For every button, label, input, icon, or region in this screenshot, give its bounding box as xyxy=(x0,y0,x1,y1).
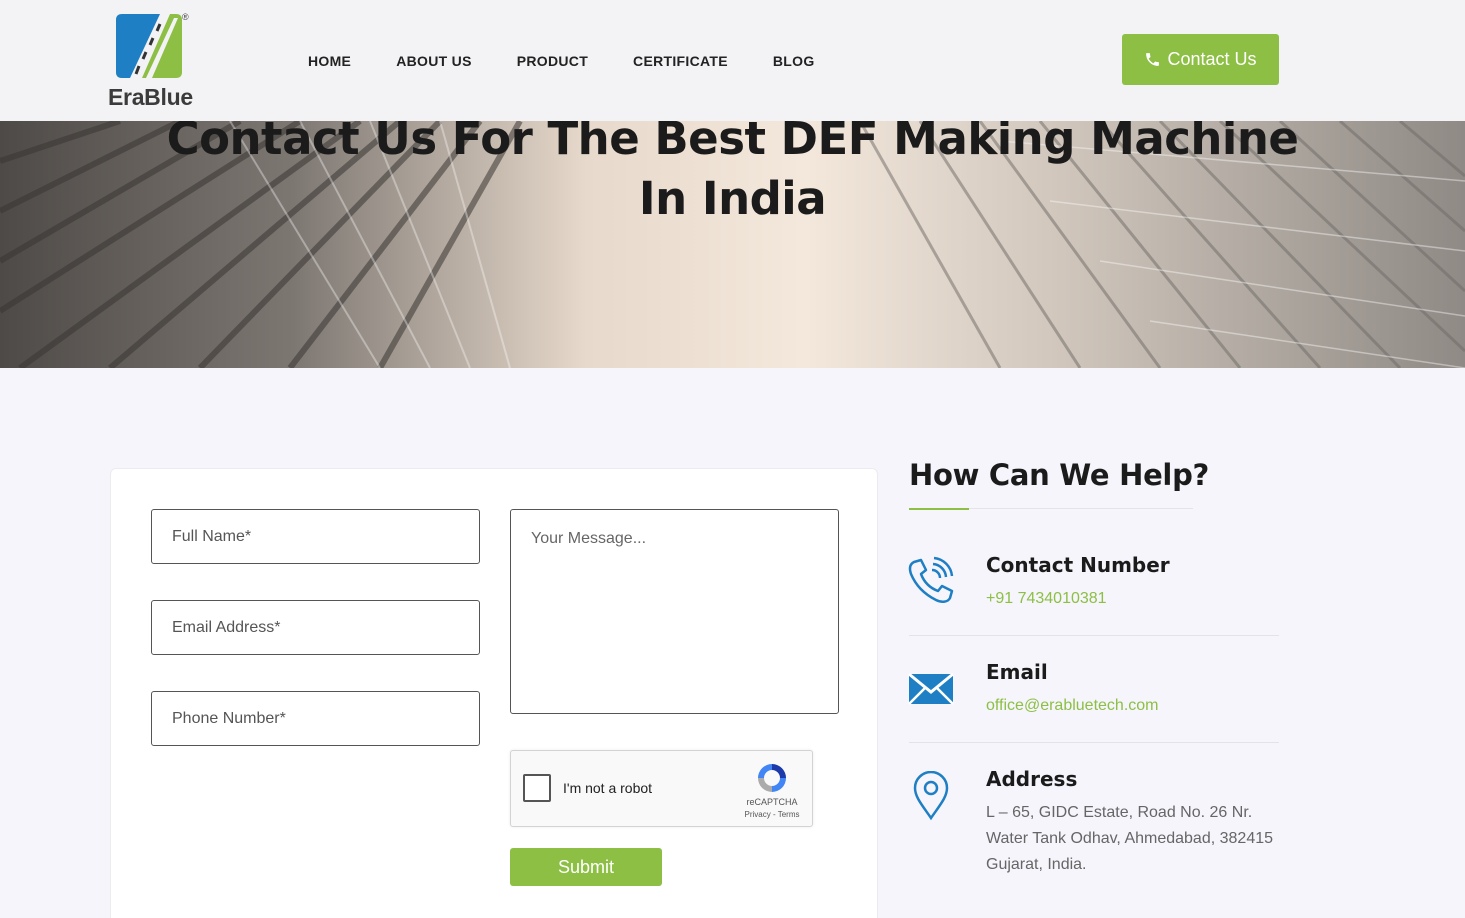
contact-number-title: Contact Number xyxy=(986,553,1170,577)
recaptcha-icon xyxy=(758,764,786,792)
contact-form-card: Full Name* Email Address* Phone Number* … xyxy=(110,468,878,918)
hero-title: Contact Us For The Best DEF Making Machi… xyxy=(0,121,1465,229)
recaptcha-brand: reCAPTCHA xyxy=(746,797,798,807)
phone-input[interactable]: Phone Number* xyxy=(151,691,480,746)
divider xyxy=(909,635,1279,636)
hero-title-line2: In India xyxy=(638,172,827,225)
full-name-placeholder: Full Name* xyxy=(172,527,252,545)
phone-ringing-icon xyxy=(908,556,954,603)
divider xyxy=(909,742,1279,743)
brand-name: EraBlue xyxy=(108,84,193,110)
message-placeholder: Your Message... xyxy=(531,530,647,547)
address-line2: Water Tank Odhav, Ahmedabad, 382415 xyxy=(986,830,1274,847)
submit-button[interactable]: Submit xyxy=(510,848,662,886)
registered-mark: ® xyxy=(182,12,189,22)
brand-logo[interactable]: ® EraBlue xyxy=(108,12,198,110)
nav-item-blog[interactable]: BLOG xyxy=(773,53,815,69)
envelope-icon xyxy=(908,672,954,705)
recaptcha-privacy-terms[interactable]: Privacy - Terms xyxy=(737,810,807,819)
hero-banner: Contact Us For The Best DEF Making Machi… xyxy=(0,121,1465,368)
message-textarea[interactable]: Your Message... xyxy=(510,509,839,714)
hero-title-line1: Contact Us For The Best DEF Making Machi… xyxy=(166,121,1299,165)
recaptcha-checkbox[interactable] xyxy=(523,774,551,802)
help-heading-accent xyxy=(909,508,969,510)
site-header: ® EraBlue HOME ABOUT US PRODUCT CERTIFIC… xyxy=(0,0,1465,121)
recaptcha-label: I'm not a robot xyxy=(563,780,653,796)
address-text: L – 65, GIDC Estate, Road No. 26 Nr. Wat… xyxy=(986,800,1286,878)
submit-label: Submit xyxy=(557,856,615,877)
location-pin-icon xyxy=(913,771,949,821)
contact-number-value[interactable]: +91 7434010381 xyxy=(986,590,1107,608)
email-input[interactable]: Email Address* xyxy=(151,600,480,655)
address-title: Address xyxy=(986,767,1078,791)
nav-item-home[interactable]: HOME xyxy=(308,53,351,69)
address-line1: L – 65, GIDC Estate, Road No. 26 Nr. xyxy=(986,804,1253,821)
road-logo-icon xyxy=(116,14,182,78)
recaptcha-widget: I'm not a robot reCAPTCHA Privacy - Term… xyxy=(510,750,813,827)
phone-placeholder: Phone Number* xyxy=(172,709,286,727)
phone-icon xyxy=(1146,53,1160,66)
help-heading: How Can We Help? xyxy=(909,458,1210,492)
full-name-input[interactable]: Full Name* xyxy=(151,509,480,564)
email-placeholder: Email Address* xyxy=(172,618,281,636)
nav-item-certificate[interactable]: CERTIFICATE xyxy=(633,53,728,69)
email-title: Email xyxy=(986,660,1048,684)
contact-us-label: Contact Us xyxy=(1167,49,1257,69)
nav-item-product[interactable]: PRODUCT xyxy=(517,53,588,69)
address-line3: Gujarat, India. xyxy=(986,856,1087,873)
contact-us-button[interactable]: Contact Us xyxy=(1122,34,1279,85)
email-value[interactable]: office@erabluetech.com xyxy=(986,697,1158,715)
main-nav: HOME ABOUT US PRODUCT CERTIFICATE BLOG xyxy=(308,53,860,69)
nav-item-about-us[interactable]: ABOUT US xyxy=(396,53,472,69)
